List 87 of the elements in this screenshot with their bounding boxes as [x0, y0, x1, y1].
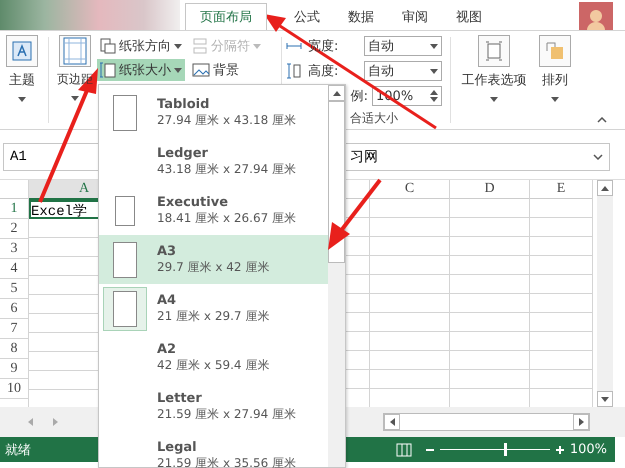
- row-number[interactable]: 5: [0, 279, 28, 299]
- menu-item[interactable]: A2 42 厘米 x 59.4 厘米: [99, 333, 328, 382]
- paper-name: A2: [157, 342, 178, 356]
- scroll-left-icon: [390, 418, 394, 426]
- zoom-in-icon[interactable]: [556, 446, 564, 454]
- paper-name: Ledger: [157, 146, 209, 160]
- theme-icon: [12, 41, 32, 61]
- paper-dimensions: 18.41 厘米 x 26.67 厘米: [157, 210, 296, 226]
- caret-icon: [430, 68, 438, 74]
- zoom-text: 100%: [570, 442, 607, 457]
- spin-down-icon: [430, 97, 438, 102]
- ribbon-tab[interactable]: 视图: [455, 3, 483, 30]
- menu-item[interactable]: A4 21 厘米 x 29.7 厘米: [99, 284, 328, 333]
- paper-name: Executive: [157, 194, 230, 210]
- paper-name: A3: [157, 244, 178, 258]
- ribbon-button[interactable]: 背景: [189, 59, 242, 81]
- paper-name: Letter: [157, 390, 203, 406]
- arrow-annotation: [328, 178, 382, 250]
- caret-icon: [490, 97, 498, 102]
- menu-item[interactable]: Tabloid 27.94 厘米 x 43.18 厘米: [99, 88, 328, 137]
- paper-dimensions: 42 厘米 x 59.4 厘米: [157, 356, 270, 374]
- ribbon-tab[interactable]: 公式: [293, 3, 321, 30]
- menu-item[interactable]: A3 29.7 厘米 x 42 厘米: [99, 235, 328, 284]
- caret-icon: [18, 97, 26, 102]
- field-label: 高度:: [308, 63, 338, 80]
- column-header[interactable]: D: [450, 180, 529, 199]
- page-view-icon[interactable]: [396, 442, 412, 456]
- paper-name: A4: [157, 292, 178, 308]
- dropdown-field[interactable]: 自动: [364, 36, 442, 56]
- paper-name: Legal: [157, 440, 198, 454]
- avatar: [579, 2, 613, 30]
- page-icon: [100, 38, 116, 54]
- row-number[interactable]: 2: [0, 219, 28, 239]
- caret-icon: [551, 97, 559, 102]
- zoom-slider-thumb[interactable]: [504, 443, 507, 456]
- sheet-icon: [484, 40, 504, 62]
- caret-icon: [430, 44, 438, 48]
- paper-name: Tabloid: [157, 96, 210, 112]
- row-number[interactable]: 9: [0, 359, 28, 379]
- paper-dimensions: 27.94 厘米 x 43.18 厘米: [157, 112, 296, 128]
- row-number[interactable]: 4: [0, 259, 28, 279]
- menu-item[interactable]: Letter 21.59 厘米 x 27.94 厘米: [99, 382, 328, 431]
- picture-icon: [192, 62, 210, 78]
- spin-up-icon: [430, 90, 438, 95]
- themes-button[interactable]: 主题: [0, 31, 44, 129]
- row-number[interactable]: 1: [0, 199, 28, 219]
- row-number[interactable]: 7: [0, 319, 28, 339]
- vertical-scrollbar[interactable]: [597, 180, 613, 407]
- caret-icon: [174, 44, 182, 48]
- caret-icon: [174, 68, 182, 72]
- field-label: 例:: [350, 88, 368, 105]
- column-header[interactable]: E: [530, 180, 592, 199]
- collapse-icon[interactable]: [597, 117, 607, 123]
- height-icon: [286, 63, 302, 79]
- ribbon-button[interactable]: 纸张大小: [97, 59, 185, 81]
- scroll-up-icon: [332, 90, 340, 96]
- ribbon-tab[interactable]: 数据: [347, 3, 375, 30]
- sheet-options-button[interactable]: 工作表选项: [455, 31, 533, 129]
- arrange-icon: [545, 41, 565, 61]
- paper-dimensions: 21 厘米 x 29.7 厘米: [157, 308, 270, 324]
- caret-icon: [253, 44, 261, 48]
- margins-icon: [63, 37, 87, 65]
- scroll-up-icon: [601, 186, 609, 190]
- page-break-icon: [192, 38, 208, 54]
- row-number[interactable]: 3: [0, 239, 28, 259]
- row-number[interactable]: 6: [0, 299, 28, 319]
- page-size-icon: [100, 62, 116, 78]
- ribbon-tab[interactable]: 审阅: [401, 3, 429, 30]
- menu-item[interactable]: Legal 21.59 厘米 x 35.56 厘米: [99, 431, 328, 468]
- menu-scrollbar[interactable]: [328, 85, 345, 467]
- paper-dimensions: 29.7 厘米 x 42 厘米: [157, 258, 270, 276]
- dropdown-field[interactable]: 自动: [364, 61, 442, 81]
- scroll-down-icon: [601, 396, 609, 402]
- paper-dimensions: 21.59 厘米 x 35.56 厘米: [157, 454, 296, 468]
- group-label: 合适大小: [350, 110, 398, 127]
- scroll-right-icon: [578, 418, 584, 426]
- arrange-button[interactable]: 排列: [533, 31, 577, 129]
- status-text: 就绪: [5, 442, 31, 458]
- ribbon-tab[interactable]: 页面布局: [185, 3, 267, 30]
- paper-dimensions: 21.59 厘米 x 27.94 厘米: [157, 406, 296, 422]
- ribbon-button[interactable]: 纸张方向: [97, 35, 185, 57]
- caret-icon: [71, 96, 79, 101]
- expand-icon[interactable]: [593, 154, 603, 160]
- row-number[interactable]: 10: [0, 379, 28, 399]
- horizontal-scrollbar[interactable]: [383, 413, 590, 431]
- row-number[interactable]: 8: [0, 339, 28, 359]
- column-header[interactable]: C: [370, 180, 449, 199]
